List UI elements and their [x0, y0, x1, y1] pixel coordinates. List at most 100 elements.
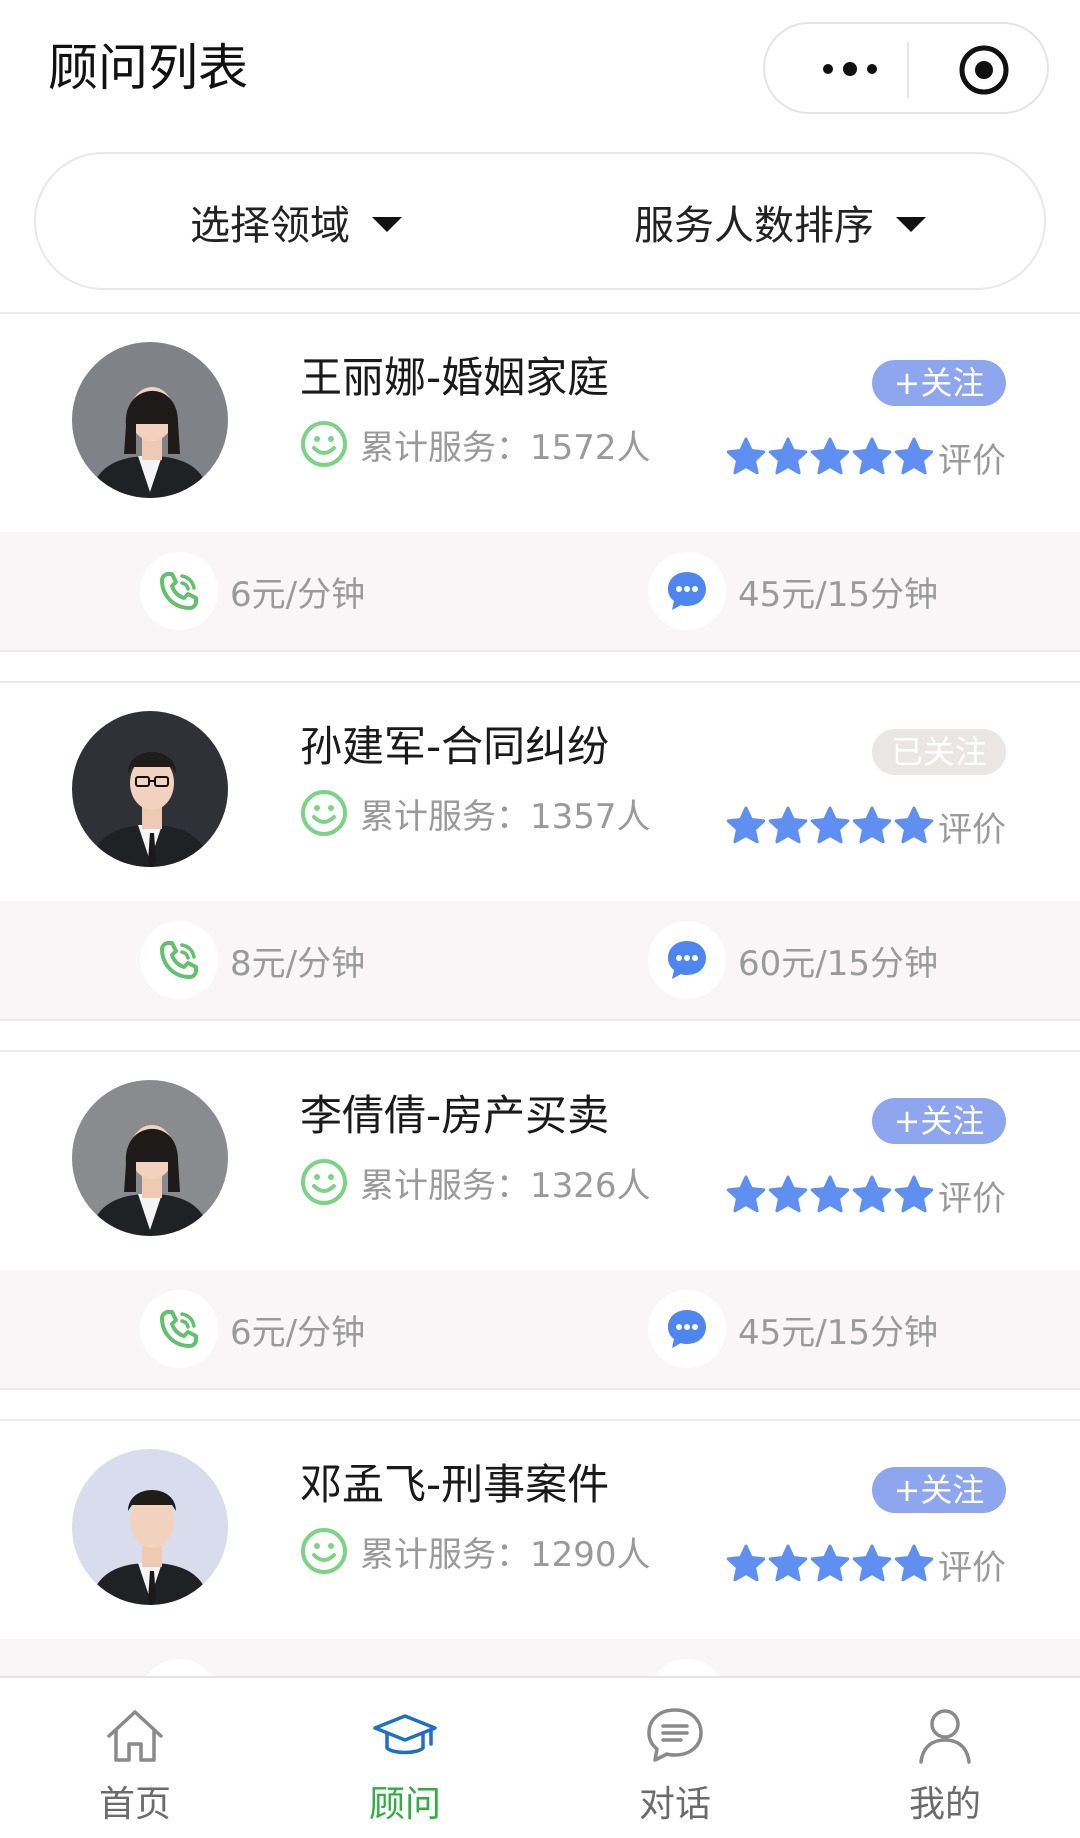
field-filter-label: 选择领域: [190, 203, 350, 249]
rating: 评价: [726, 432, 1006, 482]
field-filter-dropdown[interactable]: 选择领域: [190, 194, 402, 250]
graduation-cap-icon: [373, 1714, 437, 1755]
call-price: 6元/分钟: [230, 574, 366, 615]
advisor-info[interactable]: 邓孟飞-刑事案件 累计服务：1290人 +关注 评价: [0, 1421, 1080, 1639]
follow-button[interactable]: +关注: [872, 1098, 1006, 1144]
call-consult-button[interactable]: 6元/分钟: [140, 1290, 366, 1368]
tab-label: 对话: [638, 1784, 711, 1825]
advisor-info[interactable]: 李倩倩-房产买卖累计服务：1326人 +关注评价: [0, 1052, 1080, 1270]
rating: 评价: [726, 1170, 1006, 1220]
price-row: 8元/分钟 60元/15分钟: [0, 901, 1080, 1019]
tab-item[interactable]: 对话: [540, 1678, 810, 1838]
more-menu-icon[interactable]: [805, 52, 895, 86]
star-icon: [810, 1544, 850, 1582]
chat-bubble-icon: [668, 941, 706, 979]
tab-bar: 首页 顾问 对话 我的: [0, 1676, 1080, 1838]
tab-item[interactable]: 我的: [810, 1678, 1080, 1838]
tab-item[interactable]: 顾问: [270, 1678, 540, 1838]
navigation-bar: 顾问列表: [0, 0, 1080, 140]
sort-dropdown[interactable]: 服务人数排序: [634, 194, 926, 250]
star-icon: [852, 437, 892, 475]
avatar[interactable]: [72, 342, 228, 498]
tab-item[interactable]: 首页: [0, 1678, 270, 1838]
call-price: 8元/分钟: [230, 943, 366, 984]
chat-bubble-icon: [668, 1310, 706, 1348]
star-icon: [852, 1175, 892, 1213]
star-icon: [894, 806, 934, 844]
card-separator: [0, 650, 1080, 683]
chat-icon-bubble: [648, 552, 726, 630]
capsule-divider: [907, 42, 909, 98]
follow-button[interactable]: +关注: [872, 1467, 1006, 1513]
call-price: 6元/分钟: [230, 1312, 366, 1353]
served-count: 累计服务：1357人: [300, 787, 651, 839]
phone-icon: [160, 941, 198, 979]
sort-label: 服务人数排序: [634, 203, 874, 249]
rating: 评价: [726, 1539, 1006, 1589]
followed-badge[interactable]: 已关注: [872, 729, 1006, 775]
card-separator: [0, 1388, 1080, 1421]
call-consult-button[interactable]: 6元/分钟: [140, 552, 366, 630]
follow-button[interactable]: +关注: [872, 360, 1006, 406]
phone-icon: [160, 572, 198, 610]
caret-down-icon: [896, 216, 926, 232]
filter-bar: 选择领域 服务人数排序: [34, 152, 1046, 290]
served-count: 累计服务：1290人: [300, 1525, 651, 1577]
advisor-card[interactable]: 李倩倩-房产买卖累计服务：1326人 +关注评价 6元/分钟 45元/15分钟: [0, 1052, 1080, 1421]
rating-label: 评价: [938, 440, 1006, 481]
phone-icon: [160, 1310, 198, 1348]
smile-icon: [301, 790, 347, 836]
rating-label: 评价: [938, 1178, 1006, 1219]
chat-consult-button[interactable]: 60元/15分钟: [648, 921, 938, 999]
tab-label: 首页: [98, 1784, 171, 1825]
star-icon: [852, 1544, 892, 1582]
rating-label: 评价: [938, 1547, 1006, 1588]
star-icon: [768, 1544, 808, 1582]
chat-icon-bubble: [648, 921, 726, 999]
advisor-list: 王丽娜-婚姻家庭 累计服务：1572人 +关注 评价 6元/分钟 45元/15分钟 孙建军-…: [0, 314, 1080, 1790]
chat-consult-button[interactable]: 45元/15分钟: [648, 1290, 938, 1368]
smile-icon: [301, 421, 347, 467]
star-icon: [810, 806, 850, 844]
advisor-name: 王丽娜-婚姻家庭: [300, 353, 610, 402]
star-icon: [726, 806, 766, 844]
rating-label: 评价: [938, 809, 1006, 850]
advisor-card[interactable]: 孙建军-合同纠纷 累计服务：1357人 已关注 评价 8元/分钟 60元/15分钟: [0, 683, 1080, 1052]
served-count: 累计服务：1572人: [300, 418, 651, 470]
star-icon: [894, 1175, 934, 1213]
chat-price: 45元/15分钟: [738, 1312, 938, 1353]
smile-icon: [301, 1528, 347, 1574]
chat-price: 60元/15分钟: [738, 943, 938, 984]
smile-icon: [301, 1159, 347, 1205]
rating: 评价: [726, 801, 1006, 851]
advisor-info[interactable]: 王丽娜-婚姻家庭 累计服务：1572人 +关注评价: [0, 314, 1080, 532]
page-title: 顾问列表: [48, 39, 248, 97]
avatar[interactable]: [72, 711, 228, 867]
star-icon: [726, 1175, 766, 1213]
mini-program-capsule: [763, 22, 1049, 114]
avatar[interactable]: [72, 1080, 228, 1236]
user-icon: [919, 1709, 971, 1764]
price-row: 6元/分钟 45元/15分钟: [0, 532, 1080, 650]
chat-icon-bubble: [648, 1290, 726, 1368]
advisor-card[interactable]: 王丽娜-婚姻家庭 累计服务：1572人 +关注评价 6元/分钟 45元/15分钟: [0, 314, 1080, 683]
caret-down-icon: [372, 216, 402, 232]
tab-label: 顾问: [368, 1784, 441, 1825]
star-icon: [768, 437, 808, 475]
price-row: 6元/分钟 45元/15分钟: [0, 1270, 1080, 1388]
phone-icon-bubble: [140, 921, 218, 999]
avatar[interactable]: [72, 1449, 228, 1605]
chat-bubble-icon: [668, 572, 706, 610]
close-target-icon[interactable]: [957, 43, 1011, 97]
served-count-text: 累计服务：1357人: [360, 796, 651, 837]
star-icon: [726, 1544, 766, 1582]
star-icon: [768, 1175, 808, 1213]
served-count-text: 累计服务：1326人: [360, 1165, 651, 1206]
advisor-name: 李倩倩-房产买卖: [300, 1091, 610, 1140]
star-icon: [768, 806, 808, 844]
advisor-info[interactable]: 孙建军-合同纠纷 累计服务：1357人 已关注 评价: [0, 683, 1080, 901]
served-count-text: 累计服务：1290人: [360, 1534, 651, 1575]
phone-icon-bubble: [140, 552, 218, 630]
chat-consult-button[interactable]: 45元/15分钟: [648, 552, 938, 630]
call-consult-button[interactable]: 8元/分钟: [140, 921, 366, 999]
